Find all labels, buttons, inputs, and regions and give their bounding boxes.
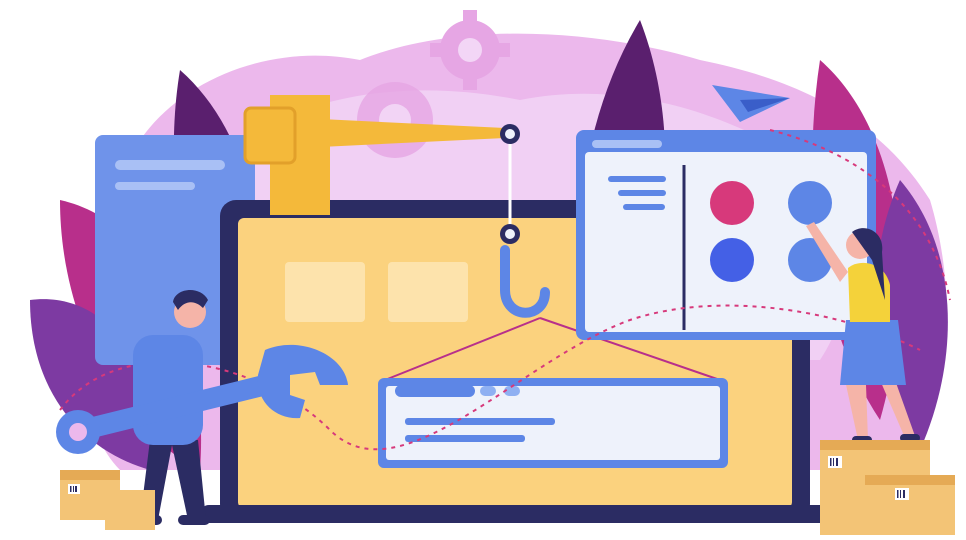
cardboard-boxes-left bbox=[60, 470, 155, 530]
cardboard-boxes-right bbox=[820, 440, 955, 535]
ui-panel-right bbox=[576, 130, 876, 340]
gear-icon bbox=[357, 82, 433, 158]
barcode-icon bbox=[68, 484, 80, 494]
barcode-icon bbox=[828, 456, 842, 468]
barcode-icon bbox=[895, 488, 909, 500]
web-development-illustration bbox=[30, 10, 955, 535]
